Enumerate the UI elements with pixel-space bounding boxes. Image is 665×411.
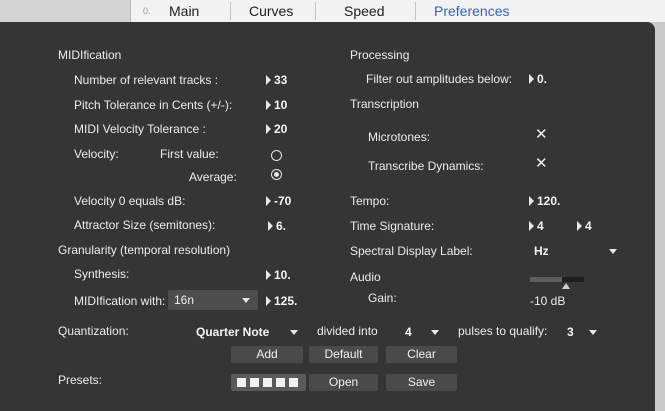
velocity-tolerance-number[interactable]: 20 [266,122,287,136]
presets-label: Presets: [58,373,103,387]
time-signature-denominator-value: 4 [585,219,592,233]
preset-slot[interactable] [250,378,259,387]
number-arrow-icon [529,74,534,84]
save-button[interactable]: Save [386,374,457,391]
microtones-checkbox[interactable]: ✕ [535,127,548,142]
divided-into-label: divided into [317,324,378,338]
tab-number: 0. [143,6,151,16]
granularity-heading: Granularity (temporal resolution) [58,243,231,257]
pitch-tolerance-number[interactable]: 10 [266,98,287,112]
midification-heading: MIDIfication [58,48,122,62]
microtones-label: Microtones: [368,130,431,144]
midification-with-select[interactable]: 16n [168,290,258,310]
spectral-display-selected[interactable]: Hz [534,244,549,258]
relevant-tracks-number[interactable]: 33 [266,73,287,87]
gain-label: Gain: [368,291,397,305]
tab-separator [315,2,316,20]
tab-separator [230,2,231,20]
pulses-to-qualify-label: pulses to qualify: [458,324,548,338]
gain-meter-fill [530,277,562,282]
divided-chevron-down-icon[interactable] [431,330,439,335]
relevant-tracks-label: Number of relevant tracks : [74,73,219,87]
transcribe-dynamics-checkbox[interactable]: ✕ [535,156,548,171]
pitch-tolerance-label: Pitch Tolerance in Cents (+/-): [74,98,233,112]
preset-slot[interactable] [263,378,272,387]
pulses-chevron-down-icon[interactable] [589,330,597,335]
pulses-to-qualify-select[interactable]: 3 [567,325,574,339]
audio-heading: Audio [350,270,381,284]
velocity-label: Velocity: [74,147,119,161]
number-arrow-icon [529,221,534,231]
tab-main[interactable]: Main [169,3,199,19]
relevant-tracks-value: 33 [274,73,288,87]
number-arrow-icon [266,124,271,134]
midification-with-value: 125. [274,294,298,308]
number-arrow-icon [266,270,271,280]
add-button[interactable]: Add [231,346,303,363]
number-arrow-icon [577,221,582,231]
number-arrow-icon [266,75,271,85]
time-signature-numerator-value: 4 [537,219,544,233]
quantization-label: Quantization: [58,324,129,338]
number-arrow-icon [266,296,271,306]
quantization-chevron-down-icon[interactable] [290,330,298,335]
synthesis-number[interactable]: 10. [266,268,291,282]
panel-right-edge [655,22,665,411]
attractor-size-number[interactable]: 6. [268,219,286,233]
time-signature-numerator[interactable]: 4 [529,219,544,233]
tempo-number[interactable]: 120. [529,194,560,208]
velocity-zero-value: -70 [274,194,292,208]
midification-with-selected: 16n [174,293,195,307]
midification-with-number[interactable]: 125. [266,294,297,308]
number-arrow-icon [266,196,271,206]
tempo-label: Tempo: [350,194,390,208]
velocity-zero-number[interactable]: -70 [266,194,291,208]
midification-with-label: MIDIfication with: [74,294,166,308]
open-button[interactable]: Open [309,374,378,391]
preset-slots[interactable] [231,374,306,391]
tab-separator [415,2,416,20]
filter-amplitudes-number[interactable]: 0. [529,72,547,86]
average-radio[interactable] [271,169,282,180]
transcription-heading: Transcription [350,97,419,111]
default-button[interactable]: Default [309,346,378,363]
quantization-note-select[interactable]: Quarter Note [196,325,269,339]
time-signature-denominator[interactable]: 4 [577,219,592,233]
velocity-tolerance-label: MIDI Velocity Tolerance : [74,122,206,136]
tab-curves[interactable]: Curves [249,3,293,19]
attractor-size-label: Attractor Size (semitones): [74,218,216,232]
divided-into-select[interactable]: 4 [405,325,412,339]
spectral-chevron-down-icon[interactable] [609,249,617,254]
number-arrow-icon [266,100,271,110]
synthesis-value: 10. [274,268,291,282]
number-arrow-icon [268,221,273,231]
velocity-zero-label: Velocity 0 equals dB: [74,194,186,208]
average-label: Average: [189,170,237,184]
tab-speed[interactable]: Speed [344,3,384,19]
chevron-down-icon [242,298,250,303]
velocity-tolerance-value: 20 [274,122,288,136]
number-arrow-icon [529,196,534,206]
spectral-display-label: Spectral Display Label: [350,244,473,258]
pitch-tolerance-value: 10 [274,98,288,112]
gain-value: -10 dB [530,294,566,308]
tab-strip [130,0,665,22]
attractor-size-value: 6. [276,219,287,233]
first-value-label: First value: [160,147,219,161]
tempo-value: 120. [537,194,561,208]
gain-meter-thumb[interactable] [562,283,570,289]
time-signature-label: Time Signature: [350,219,435,233]
filter-amplitudes-value: 0. [537,72,548,86]
filter-amplitudes-label: Filter out amplitudes below: [366,72,513,86]
tab-preferences[interactable]: Preferences [434,3,509,19]
preset-slot[interactable] [276,378,285,387]
preset-slot[interactable] [237,378,246,387]
processing-heading: Processing [350,48,410,62]
clear-button[interactable]: Clear [386,346,457,363]
first-value-radio[interactable] [271,150,282,161]
synthesis-label: Synthesis: [74,267,130,281]
preset-slot[interactable] [289,378,298,387]
transcribe-dynamics-label: Transcribe Dynamics: [368,159,484,173]
